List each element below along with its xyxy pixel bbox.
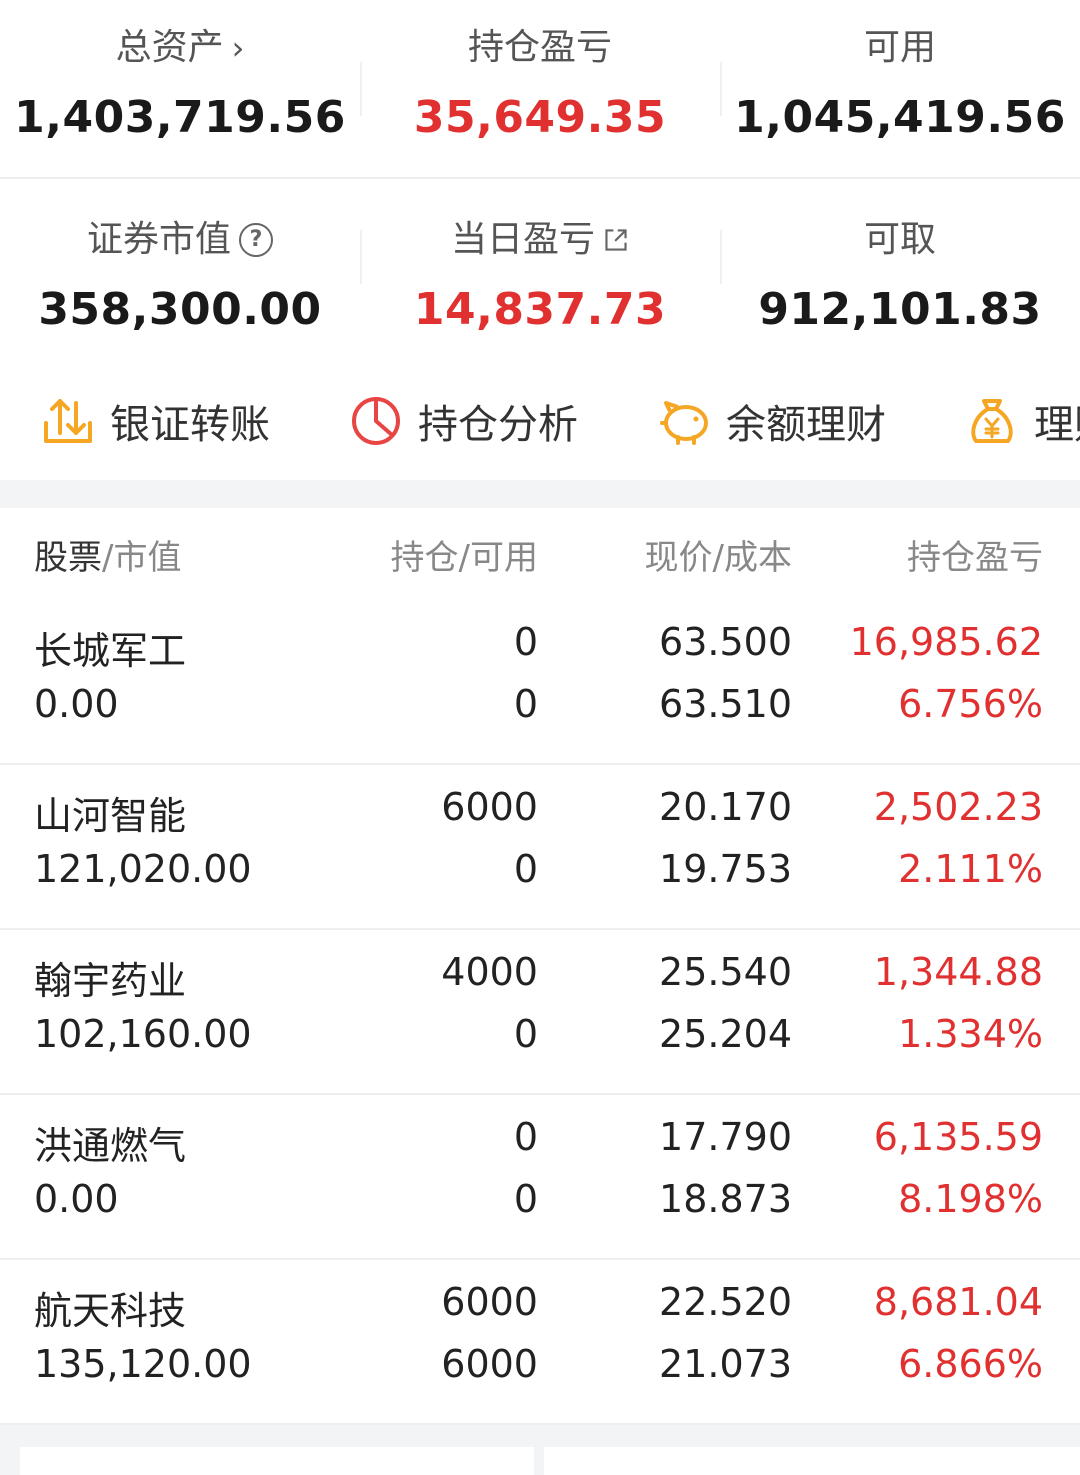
daily-pl-cell[interactable]: 当日盈亏 14,837.73 [360, 216, 720, 336]
transfer-icon [44, 399, 92, 443]
stock-name: 洪通燃气 [34, 1124, 187, 1168]
stock-pl-pct: 1.334% [898, 1012, 1043, 1056]
total-assets-value: 1,403,719.56 [14, 92, 346, 143]
stock-price: 25.540 [659, 950, 792, 994]
stock-name: 长城军工 [34, 629, 187, 673]
stock-cost: 18.873 [659, 1177, 792, 1221]
header-price-cost: 现价/成本 [644, 538, 792, 578]
stock-position: 4000 [441, 950, 538, 994]
header-position-pl: 持仓盈亏 [907, 538, 1043, 578]
stock-position: 6000 [441, 785, 538, 829]
footer-card-left [20, 1447, 534, 1475]
available-label: 可用 [863, 27, 936, 68]
stock-cost: 63.510 [659, 682, 792, 726]
quick-actions-bar: 银证转账 持仓分析 余额理财 理财 [0, 392, 1080, 462]
stock-market-value: 0.00 [34, 682, 119, 726]
stock-market-value: 0.00 [34, 1177, 119, 1221]
header-position-available: 持仓/可用 [390, 538, 538, 578]
stock-pl-pct: 6.866% [898, 1342, 1043, 1386]
stock-price: 22.520 [659, 1280, 792, 1324]
stock-available: 6000 [441, 1342, 538, 1386]
stock-price: 20.170 [659, 785, 792, 829]
quick-action-transfer[interactable]: 银证转账 [40, 392, 270, 450]
stock-available: 0 [513, 1012, 538, 1056]
quick-action-label: 余额理财 [726, 402, 886, 448]
stock-cost: 25.204 [659, 1012, 792, 1056]
summary-row-2: 证券市值 ? 358,300.00 当日盈亏 14,837.73 可取 912,… [0, 216, 1080, 336]
table-row[interactable]: 洪通燃气 0.00 0 0 17.790 18.873 6,135.59 8.1… [0, 1093, 1080, 1260]
stock-pl: 2,502.23 [873, 785, 1043, 829]
position-pl-cell: 持仓盈亏 35,649.35 [360, 24, 720, 144]
stock-available: 0 [513, 847, 538, 891]
quick-action-label: 持仓分析 [418, 402, 578, 448]
money-bag-icon [971, 399, 1013, 443]
withdrawable-cell: 可取 912,101.83 [720, 216, 1080, 336]
stock-price: 63.500 [659, 620, 792, 664]
summary-row-1: 总资产 › 1,403,719.56 持仓盈亏 35,649.35 可用 1,0… [0, 24, 1080, 144]
pie-chart-icon [352, 397, 400, 445]
quick-action-analysis[interactable]: 持仓分析 [348, 392, 578, 450]
position-pl-value: 35,649.35 [413, 92, 667, 143]
position-pl-label: 持仓盈亏 [467, 27, 612, 68]
stock-market-value: 135,120.00 [34, 1342, 252, 1386]
footer-card-right [544, 1447, 1080, 1475]
table-row[interactable]: 长城军工 0.00 0 0 63.500 63.510 16,985.62 6.… [0, 598, 1080, 765]
market-value-label-wrap: 证券市值 ? [0, 216, 360, 264]
total-assets-label-wrap: 总资产 › [0, 24, 360, 72]
stock-cost: 21.073 [659, 1342, 792, 1386]
daily-pl-value: 14,837.73 [413, 284, 667, 335]
withdrawable-label: 可取 [863, 219, 936, 260]
stock-position: 0 [513, 1115, 538, 1159]
total-assets-label: 总资产 [115, 27, 224, 68]
stock-pl-pct: 8.198% [898, 1177, 1043, 1221]
table-header: 股票/市值 持仓/可用 现价/成本 持仓盈亏 [0, 530, 1080, 578]
stock-name: 航天科技 [34, 1289, 187, 1333]
stock-pl: 1,344.88 [873, 950, 1043, 994]
withdrawable-value: 912,101.83 [758, 284, 1042, 335]
stock-available: 0 [513, 1177, 538, 1221]
market-value-value: 358,300.00 [38, 284, 322, 335]
stock-available: 0 [513, 682, 538, 726]
stock-name: 山河智能 [34, 794, 187, 838]
quick-action-label: 理财 [1034, 402, 1080, 448]
table-row[interactable]: 山河智能 121,020.00 6000 0 20.170 19.753 2,5… [0, 763, 1080, 930]
available-cell: 可用 1,045,419.56 [720, 24, 1080, 144]
stock-market-value: 121,020.00 [34, 847, 252, 891]
stock-position: 6000 [441, 1280, 538, 1324]
table-row[interactable]: 航天科技 135,120.00 6000 6000 22.520 21.073 … [0, 1258, 1080, 1425]
chevron-right-icon: › [231, 29, 245, 67]
stock-pl: 6,135.59 [873, 1115, 1043, 1159]
section-divider-band [0, 480, 1080, 508]
quick-action-label: 银证转账 [110, 402, 270, 448]
daily-pl-label: 当日盈亏 [450, 219, 595, 260]
stock-pl-pct: 2.111% [898, 847, 1043, 891]
stock-cost: 19.753 [659, 847, 792, 891]
daily-pl-label-wrap: 当日盈亏 [360, 216, 720, 264]
piggy-bank-icon [660, 401, 708, 445]
available-value: 1,045,419.56 [734, 92, 1066, 143]
stock-pl-pct: 6.756% [898, 682, 1043, 726]
stock-pl: 16,985.62 [849, 620, 1043, 664]
quick-action-balance[interactable]: 余额理财 [656, 392, 886, 450]
header-stock-marketvalue: 股票/市值 [34, 538, 182, 578]
stock-pl: 8,681.04 [873, 1280, 1043, 1324]
stock-position: 0 [513, 620, 538, 664]
table-row[interactable]: 翰宇药业 102,160.00 4000 0 25.540 25.204 1,3… [0, 928, 1080, 1095]
stock-market-value: 102,160.00 [34, 1012, 252, 1056]
stock-price: 17.790 [659, 1115, 792, 1159]
market-value-cell: 证券市值 ? 358,300.00 [0, 216, 360, 336]
help-icon[interactable]: ? [239, 223, 273, 257]
quick-action-wealth[interactable]: 理财 [964, 392, 1080, 450]
external-link-icon [605, 229, 627, 251]
market-value-label: 证券市值 [86, 219, 231, 260]
stock-name: 翰宇药业 [34, 959, 187, 1003]
total-assets-cell[interactable]: 总资产 › 1,403,719.56 [0, 24, 360, 144]
summary-divider [0, 177, 1080, 179]
